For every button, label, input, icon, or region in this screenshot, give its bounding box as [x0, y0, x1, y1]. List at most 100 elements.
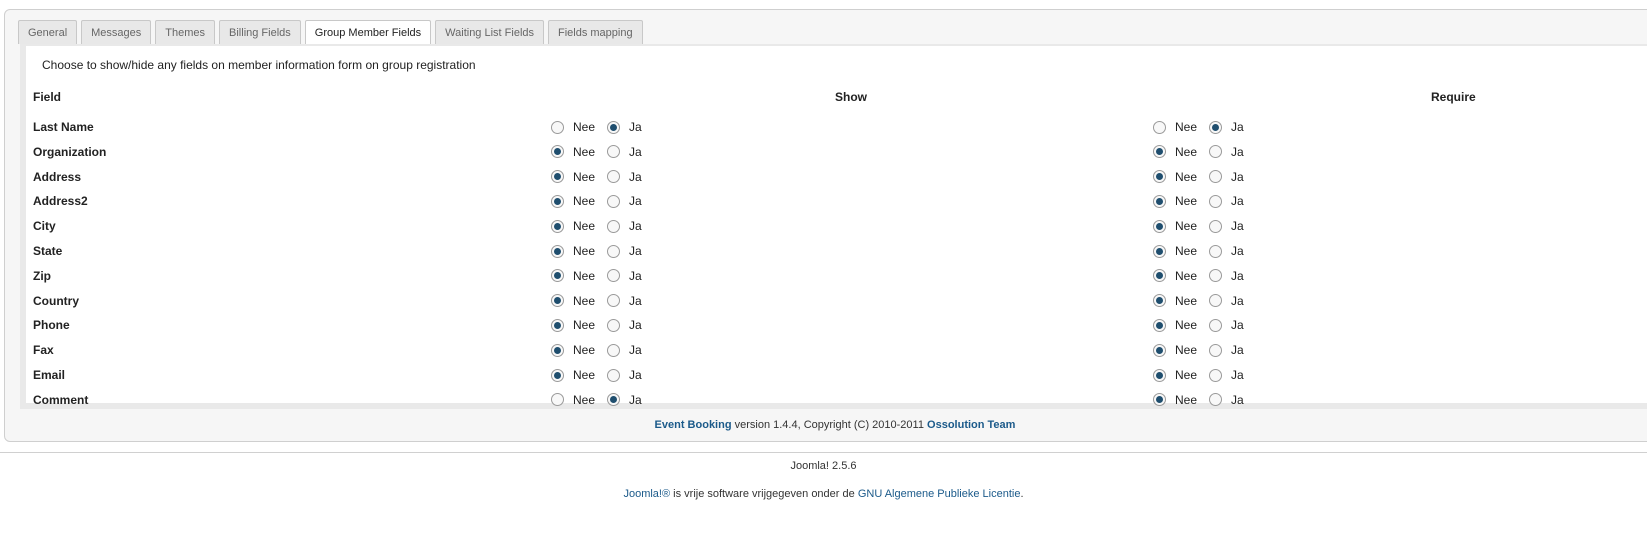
- show-no-radio[interactable]: [551, 343, 564, 357]
- component-copyright: Event Booking version 1.4.4, Copyright (…: [5, 419, 1647, 431]
- show-yes-radio[interactable]: [607, 269, 621, 283]
- require-yes-radio[interactable]: [1209, 244, 1223, 258]
- show-radio-group: Nee Ja: [551, 167, 642, 187]
- show-yes-radio[interactable]: [607, 368, 621, 382]
- ossolution-team-link[interactable]: Ossolution Team: [927, 419, 1015, 431]
- tab-billing-fields[interactable]: Billing Fields: [219, 20, 301, 44]
- require-no-label: Nee: [1175, 169, 1198, 184]
- require-yes-radio[interactable]: [1209, 120, 1223, 134]
- require-no-label: Nee: [1175, 244, 1198, 258]
- show-yes-radio[interactable]: [607, 244, 621, 258]
- field-label: Zip: [33, 268, 51, 283]
- require-no-radio[interactable]: [1153, 145, 1166, 159]
- require-yes-radio[interactable]: [1209, 318, 1223, 332]
- show-yes-label: Ja: [629, 169, 642, 184]
- require-yes-radio[interactable]: [1209, 269, 1223, 283]
- require-no-radio[interactable]: [1153, 269, 1166, 283]
- field-row: Last Name Nee Ja Nee Ja: [26, 116, 1646, 140]
- show-yes-radio[interactable]: [607, 318, 621, 332]
- require-yes-radio[interactable]: [1209, 368, 1223, 382]
- gpl-license-link[interactable]: GNU Algemene Publieke Licentie: [858, 488, 1021, 500]
- show-yes-radio[interactable]: [607, 145, 621, 159]
- field-label: Fax: [33, 343, 54, 358]
- require-radio-group: Nee Ja: [1153, 167, 1244, 187]
- show-no-radio[interactable]: [551, 294, 564, 308]
- license-line: Joomla!® is vrije software vrijgegeven o…: [0, 488, 1647, 500]
- show-yes-label: Ja: [629, 244, 642, 258]
- show-no-label: Nee: [573, 343, 596, 358]
- require-radio-group: Nee Ja: [1153, 340, 1244, 360]
- require-no-radio[interactable]: [1153, 194, 1166, 208]
- show-yes-label: Ja: [629, 368, 642, 382]
- show-no-label: Nee: [573, 244, 596, 258]
- show-radio-group: Nee Ja: [551, 191, 642, 211]
- field-row: State Nee Ja Nee Ja: [26, 240, 1646, 264]
- require-yes-radio[interactable]: [1209, 219, 1223, 233]
- require-yes-radio[interactable]: [1209, 194, 1223, 208]
- require-no-radio[interactable]: [1153, 219, 1166, 233]
- tab-messages[interactable]: Messages: [81, 20, 152, 44]
- field-row: Phone Nee Ja Nee Ja: [26, 314, 1646, 338]
- require-yes-label: Ja: [1231, 293, 1244, 308]
- show-no-radio[interactable]: [551, 393, 564, 407]
- require-yes-radio[interactable]: [1209, 145, 1223, 159]
- require-no-radio[interactable]: [1153, 368, 1166, 382]
- show-yes-radio[interactable]: [607, 294, 621, 308]
- require-no-label: Nee: [1175, 268, 1198, 283]
- show-no-radio[interactable]: [551, 318, 564, 332]
- require-yes-radio[interactable]: [1209, 393, 1223, 407]
- show-yes-label: Ja: [629, 144, 642, 159]
- require-no-radio[interactable]: [1153, 393, 1166, 407]
- show-yes-radio[interactable]: [607, 343, 621, 357]
- require-radio-group: Nee Ja: [1153, 315, 1244, 335]
- field-label: Email: [33, 368, 66, 382]
- event-booking-link[interactable]: Event Booking: [655, 419, 732, 431]
- joomla-version: Joomla! 2.5.6: [790, 460, 857, 472]
- require-no-radio[interactable]: [1153, 294, 1166, 308]
- show-radio-group: Nee Ja: [551, 291, 642, 311]
- show-yes-radio[interactable]: [607, 194, 621, 208]
- require-no-radio[interactable]: [1153, 120, 1166, 134]
- field-label: Address: [33, 169, 82, 184]
- field-label: Last Name: [33, 120, 94, 134]
- show-yes-radio[interactable]: [607, 120, 621, 134]
- require-yes-label: Ja: [1231, 194, 1244, 209]
- tab-fields-mapping[interactable]: Fields mapping: [548, 20, 643, 44]
- joomla-link[interactable]: Joomla!®: [623, 488, 670, 500]
- require-no-radio[interactable]: [1153, 343, 1166, 357]
- show-no-radio[interactable]: [551, 244, 564, 258]
- show-no-label: Nee: [573, 169, 596, 184]
- show-no-radio[interactable]: [551, 269, 564, 283]
- tab-themes[interactable]: Themes: [155, 20, 216, 44]
- tab-waiting-list-fields[interactable]: Waiting List Fields: [435, 20, 544, 44]
- field-label: Address2: [33, 194, 88, 209]
- show-no-radio[interactable]: [551, 170, 564, 184]
- show-yes-label: Ja: [629, 268, 642, 283]
- show-yes-radio[interactable]: [607, 219, 621, 233]
- require-yes-label: Ja: [1231, 244, 1244, 258]
- show-yes-radio[interactable]: [607, 170, 621, 184]
- show-no-radio[interactable]: [551, 120, 564, 134]
- tab-general[interactable]: General: [18, 20, 78, 44]
- field-label: Country: [33, 293, 79, 308]
- show-no-radio[interactable]: [551, 145, 564, 159]
- require-yes-radio[interactable]: [1209, 170, 1223, 184]
- show-no-radio[interactable]: [551, 368, 564, 382]
- require-yes-radio[interactable]: [1209, 343, 1223, 357]
- show-no-label: Nee: [573, 219, 596, 234]
- require-yes-label: Ja: [1231, 368, 1244, 382]
- footer-divider: [0, 452, 1647, 453]
- field-label: Phone: [33, 318, 70, 333]
- require-radio-group: Nee Ja: [1153, 191, 1244, 211]
- show-yes-label: Ja: [629, 219, 642, 234]
- show-yes-radio[interactable]: [607, 393, 621, 407]
- require-no-label: Nee: [1175, 194, 1198, 209]
- require-no-radio[interactable]: [1153, 170, 1166, 184]
- require-yes-radio[interactable]: [1209, 294, 1223, 308]
- show-no-radio[interactable]: [551, 194, 564, 208]
- component-container: General Messages Themes Billing Fields Group…: [4, 9, 1647, 442]
- tab-group-member-fields[interactable]: Group Member Fields: [304, 20, 432, 45]
- require-no-radio[interactable]: [1153, 318, 1166, 332]
- require-no-radio[interactable]: [1153, 244, 1166, 258]
- show-no-radio[interactable]: [551, 219, 564, 233]
